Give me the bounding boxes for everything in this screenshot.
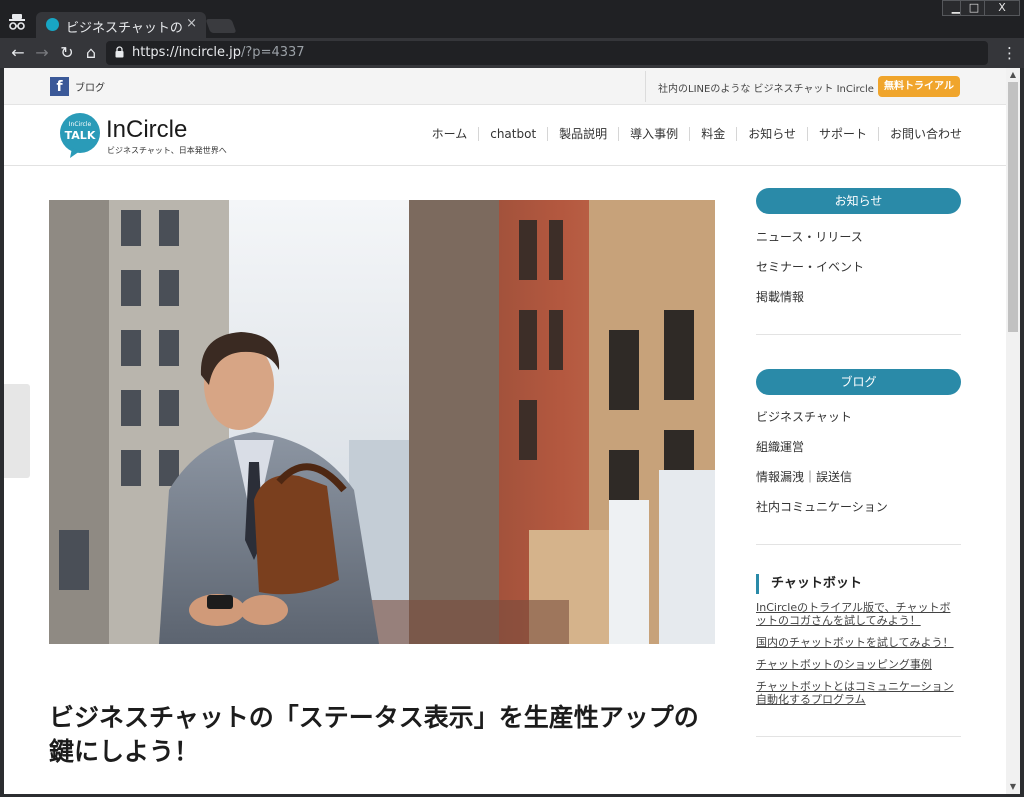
- chatbot-link-koga[interactable]: InCircleのトライアル版で、チャットボットのコガさんを試してみよう！: [756, 601, 961, 627]
- scrollbar-thumb[interactable]: [1008, 82, 1018, 332]
- incognito-icon: [9, 14, 25, 30]
- scroll-up-icon[interactable]: ▲: [1006, 68, 1020, 82]
- news-link-media[interactable]: 掲載情報: [756, 290, 961, 304]
- nav-contact[interactable]: お問い合わせ: [877, 127, 962, 141]
- lock-icon: [115, 46, 124, 58]
- logo-subtitle: ビジネスチャット、日本発世界へ: [107, 146, 227, 155]
- nav-home[interactable]: ホーム: [421, 127, 479, 141]
- browser-titlebar: ビジネスチャットの「ス × ▁ □ X: [0, 0, 1024, 38]
- blog-link-organization[interactable]: 組織運営: [756, 440, 961, 454]
- blog-heading[interactable]: ブログ: [756, 369, 961, 395]
- nav-case-studies[interactable]: 導入事例: [618, 127, 689, 141]
- sidebar-divider: [756, 334, 961, 335]
- blog-link[interactable]: ブログ: [75, 79, 105, 94]
- logo-bubble-main: TALK: [65, 129, 96, 142]
- scroll-down-icon[interactable]: ▼: [1006, 780, 1020, 794]
- news-heading[interactable]: お知らせ: [756, 188, 961, 214]
- window-close-button[interactable]: X: [984, 0, 1020, 16]
- utility-bar: f ブログ 社内のLINEのような ビジネスチャット InCircle 無料トラ…: [4, 68, 1006, 105]
- blog-link-info-leak[interactable]: 情報漏洩｜誤送信: [756, 470, 961, 484]
- site-tagline: 社内のLINEのような ビジネスチャット InCircle: [645, 71, 874, 102]
- nav-news[interactable]: お知らせ: [736, 127, 807, 141]
- new-tab-button[interactable]: [205, 19, 237, 33]
- article-title: ビジネスチャットの「ステータス表示」を生産性アップの鍵にしよう！: [49, 703, 699, 766]
- reload-button[interactable]: ↻: [57, 43, 77, 63]
- blog-link-business-chat[interactable]: ビジネスチャット: [756, 410, 961, 424]
- nav-products[interactable]: 製品説明: [547, 127, 618, 141]
- chatbot-heading: チャットボット: [756, 574, 961, 594]
- forward-button[interactable]: →: [32, 43, 52, 63]
- news-link-seminars[interactable]: セミナー・イベント: [756, 260, 961, 274]
- global-nav: ホーム chatbot 製品説明 導入事例 料金 お知らせ サポート お問い合わ…: [421, 127, 962, 141]
- free-trial-button[interactable]: 無料トライアル: [878, 76, 960, 97]
- nav-support[interactable]: サポート: [806, 127, 878, 141]
- sidebar: お知らせ ニュース・リリース セミナー・イベント 掲載情報 ブログ ビジネスチャ…: [756, 188, 961, 737]
- sidebar-divider: [756, 736, 961, 737]
- site-header: InCircle TALK InCircle ビジネスチャット、日本発世界へ ホ…: [4, 106, 1006, 166]
- address-bar[interactable]: https://incircle.jp/?p=4337: [106, 41, 988, 65]
- favicon-icon: [46, 18, 59, 31]
- tab-close-icon[interactable]: ×: [186, 16, 197, 31]
- chatbot-link-shopping[interactable]: チャットボットのショッピング事例: [756, 658, 961, 671]
- sidebar-divider: [756, 544, 961, 545]
- page-viewport: f ブログ 社内のLINEのような ビジネスチャット InCircle 無料トラ…: [4, 68, 1006, 794]
- logo-bubble-top: InCircle: [69, 121, 92, 128]
- back-button[interactable]: ←: [8, 43, 28, 63]
- tab-title: ビジネスチャットの「ス: [66, 21, 184, 36]
- url-path: /?p=4337: [241, 45, 305, 60]
- browser-menu-button[interactable]: ⋮: [1002, 43, 1017, 63]
- blog-link-internal-comm[interactable]: 社内コミュニケーション: [756, 500, 961, 514]
- news-link-releases[interactable]: ニュース・リリース: [756, 230, 961, 244]
- incircle-talk-logo-icon[interactable]: InCircle TALK: [58, 112, 102, 160]
- chatbot-link-domestic[interactable]: 国内のチャットボットを試してみよう！: [756, 636, 961, 649]
- browser-tab[interactable]: ビジネスチャットの「ス ×: [36, 12, 206, 38]
- chatbot-link-what-is[interactable]: チャットボットとはコミュニケーション自動化するプログラム: [756, 680, 961, 706]
- nav-pricing[interactable]: 料金: [689, 127, 736, 141]
- logo-title[interactable]: InCircle: [106, 116, 187, 144]
- nav-chatbot[interactable]: chatbot: [478, 127, 547, 141]
- url-text: https://incircle.jp/?p=4337: [132, 45, 305, 60]
- facebook-icon[interactable]: f: [50, 77, 69, 96]
- hero-image: [49, 200, 715, 644]
- url-host: https://incircle.jp: [132, 45, 242, 60]
- home-button[interactable]: ⌂: [81, 43, 101, 63]
- side-drawer-handle[interactable]: [4, 384, 30, 478]
- browser-toolbar: ← → ↻ ⌂ https://incircle.jp/?p=4337 ⋮: [0, 38, 1024, 68]
- page-scrollbar[interactable]: ▲ ▼: [1006, 68, 1020, 794]
